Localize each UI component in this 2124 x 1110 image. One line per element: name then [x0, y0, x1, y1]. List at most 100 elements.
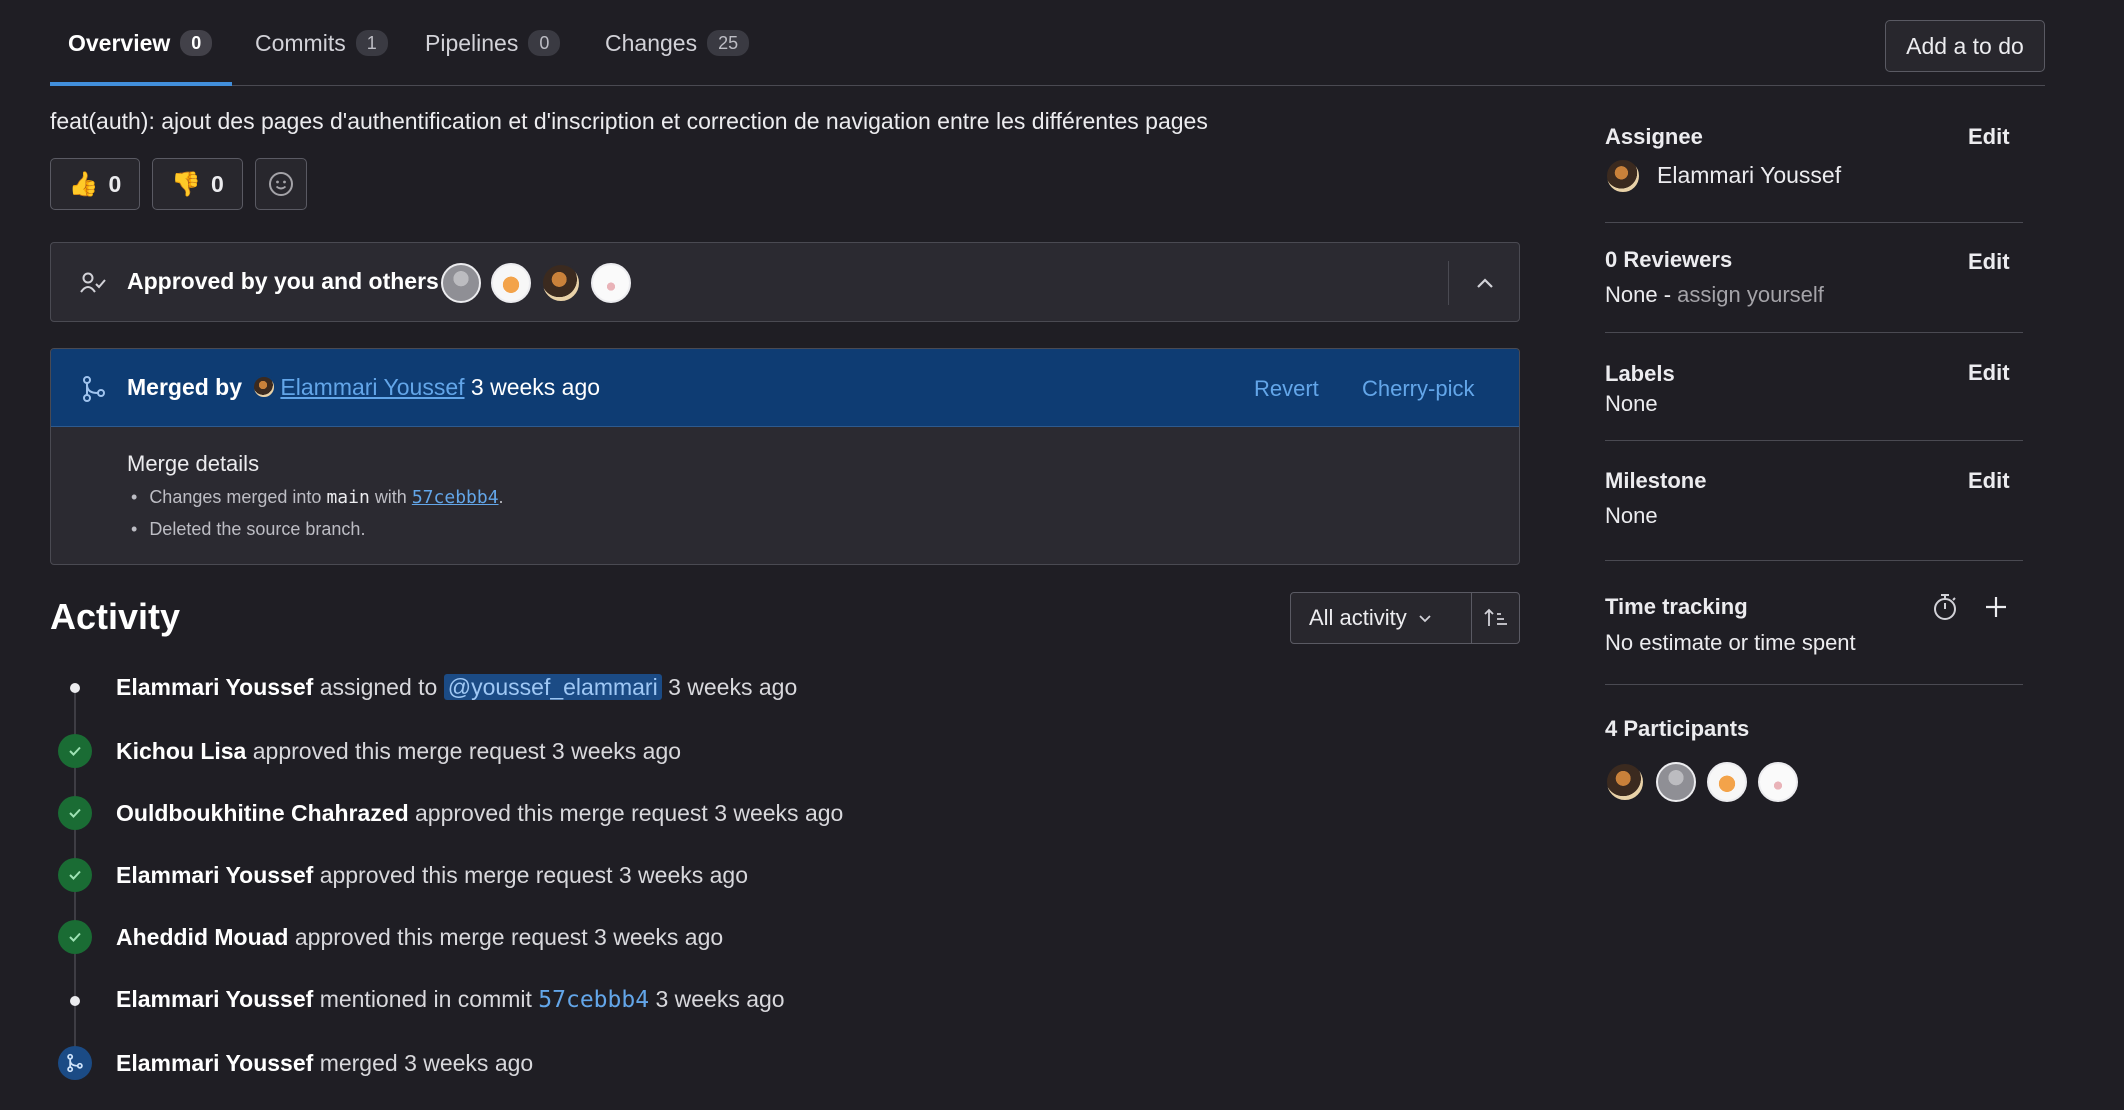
divider	[1605, 684, 2023, 685]
labels-value: None	[1605, 391, 1658, 416]
merged-time: 3 weeks ago	[470, 374, 601, 400]
add-todo-button[interactable]: Add a to do	[1885, 20, 2045, 72]
user-mention[interactable]: @youssef_elammari	[443, 674, 662, 700]
activity-item: Elammari Youssef approved this merge req…	[116, 862, 748, 889]
activity-time: 3 weeks ago	[551, 738, 682, 764]
tab-label: Commits	[255, 30, 346, 56]
tab-overview[interactable]: Overview 0	[49, 30, 233, 86]
activity-action: approved this merge request	[252, 738, 546, 764]
milestone-edit-button[interactable]: Edit	[1968, 468, 2010, 494]
merge-detail-item: • Changes merged into main with 57cebbb4.	[131, 487, 504, 508]
tab-commits[interactable]: Commits 1	[255, 30, 388, 86]
check-icon	[69, 932, 81, 942]
activity-user[interactable]: Elammari Youssef	[116, 674, 313, 700]
activity-filter-group: All activity	[1290, 592, 1520, 644]
avatar[interactable]	[491, 263, 531, 303]
thumbs-up-icon: 👍	[68, 170, 99, 198]
merge-detail-text: with	[374, 487, 407, 507]
labels-edit-button[interactable]: Edit	[1968, 360, 2010, 386]
check-icon	[69, 746, 81, 756]
merge-detail-item: • Deleted the source branch.	[131, 519, 366, 539]
commit-link[interactable]: 57cebbb4	[538, 987, 649, 1013]
stopwatch-icon[interactable]	[1931, 592, 1959, 622]
activity-user[interactable]: Elammari Youssef	[116, 986, 313, 1012]
merge-icon	[83, 376, 105, 402]
sort-icon	[1484, 608, 1507, 626]
sort-button[interactable]	[1472, 593, 1520, 643]
commit-link[interactable]: 57cebbb4	[412, 487, 499, 508]
assignee-edit-button[interactable]: Edit	[1968, 124, 2010, 150]
tab-label: Pipelines	[425, 30, 519, 56]
activity-time: 3 weeks ago	[668, 674, 798, 700]
tab-changes[interactable]: Changes 25	[605, 30, 750, 86]
participant-avatar[interactable]	[1656, 762, 1696, 802]
merged-panel: Merged by Elammari Youssef 3 weeks ago R…	[50, 348, 1520, 565]
labels-label: Labels	[1605, 361, 1675, 386]
avatar[interactable]	[541, 263, 581, 303]
check-icon	[69, 808, 81, 818]
branch-name: main	[326, 487, 370, 508]
avatar[interactable]	[441, 263, 481, 303]
participant-avatar[interactable]	[1605, 762, 1645, 802]
activity-filter-dropdown[interactable]: All activity	[1291, 593, 1471, 643]
activity-item: Kichou Lisa approved this merge request …	[116, 738, 681, 765]
activity-user[interactable]: Elammari Youssef	[116, 862, 313, 888]
chevron-down-icon	[1419, 615, 1431, 623]
reviewers-value: None - assign yourself	[1605, 282, 1824, 308]
milestone-value: None	[1605, 503, 1658, 528]
assignee-name[interactable]: Elammari Youssef	[1657, 162, 1841, 189]
merge-request-title: feat(auth): ajout des pages d'authentifi…	[50, 108, 1208, 134]
tab-count: 1	[355, 30, 388, 56]
activity-user[interactable]: Ouldboukhitine Chahrazed	[116, 800, 409, 826]
divider	[1605, 440, 2023, 441]
activity-user[interactable]: Kichou Lisa	[116, 738, 246, 764]
activity-user[interactable]: Aheddid Mouad	[116, 924, 288, 950]
thumbs-up-button[interactable]: 👍 0	[50, 158, 140, 210]
chevron-up-icon[interactable]	[1471, 269, 1499, 297]
divider	[1605, 332, 2023, 333]
plus-icon[interactable]	[1983, 594, 2009, 620]
check-icon	[69, 870, 81, 880]
activity-action: approved this merge request	[319, 862, 613, 888]
tab-count: 0	[180, 30, 213, 56]
timeline-dot	[70, 996, 80, 1006]
activity-action: approved this merge request	[415, 800, 708, 826]
assign-yourself-link[interactable]: assign yourself	[1677, 282, 1824, 307]
activity-item: Elammari Youssef assigned to @youssef_el…	[116, 674, 797, 701]
reviewers-none: None -	[1605, 282, 1672, 307]
activity-user[interactable]: Elammari Youssef	[116, 1050, 313, 1076]
avatar[interactable]	[252, 375, 277, 399]
tab-label: Changes	[605, 30, 698, 56]
cherry-pick-button[interactable]: Cherry-pick	[1362, 376, 1474, 402]
avatar[interactable]	[591, 263, 631, 303]
activity-action: merged	[319, 1050, 398, 1076]
tab-pipelines[interactable]: Pipelines 0	[425, 30, 561, 86]
merge-icon	[67, 1053, 83, 1073]
participants-label: 4 Participants	[1605, 716, 1750, 741]
merge-details-title: Merge details	[127, 451, 260, 476]
approved-icon	[58, 796, 92, 830]
thumbs-down-icon: 👎	[171, 170, 202, 198]
merged-event-icon	[58, 1046, 92, 1080]
divider	[1605, 560, 2023, 561]
merged-by-label: Merged by	[127, 374, 243, 400]
divider	[1448, 261, 1449, 305]
avatar[interactable]	[1605, 158, 1641, 194]
tab-count: 25	[707, 30, 750, 56]
reviewers-edit-button[interactable]: Edit	[1968, 249, 2010, 275]
approved-icon	[58, 734, 92, 768]
activity-time: 3 weeks ago	[404, 1050, 534, 1076]
thumbs-up-count: 0	[108, 170, 122, 197]
revert-button[interactable]: Revert	[1254, 376, 1319, 402]
thumbs-down-button[interactable]: 👎 0	[152, 158, 243, 210]
activity-time: 3 weeks ago	[594, 924, 724, 950]
participant-avatar[interactable]	[1758, 762, 1798, 802]
activity-filter-label: All activity	[1309, 605, 1407, 630]
merged-by-line: Merged by Elammari Youssef 3 weeks ago	[127, 374, 600, 401]
participant-avatar[interactable]	[1707, 762, 1747, 802]
thumbs-down-count: 0	[211, 170, 224, 197]
merge-detail-text: Deleted the source branch.	[149, 519, 366, 539]
smiley-icon	[269, 172, 293, 196]
merged-by-user-link[interactable]: Elammari Youssef	[280, 374, 464, 400]
add-reaction-button[interactable]	[255, 158, 307, 210]
